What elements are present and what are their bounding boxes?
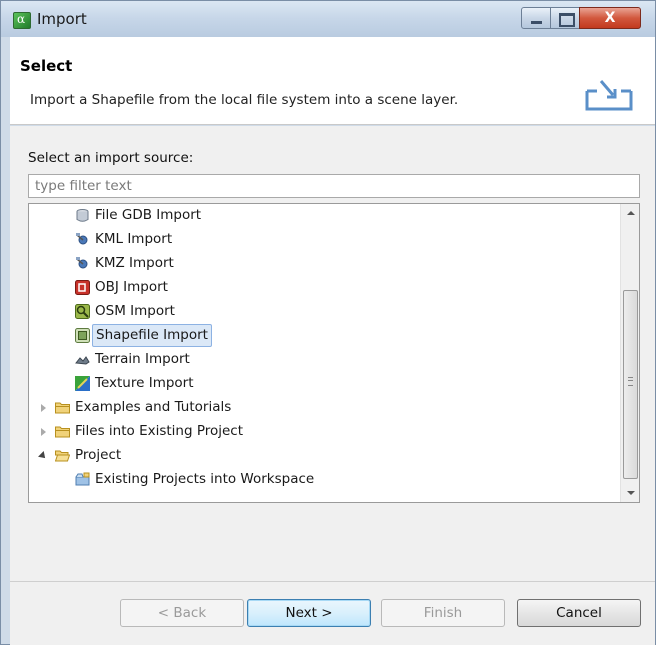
window-title: Import	[37, 10, 87, 28]
tree-item-label: Existing Projects into Workspace	[95, 471, 315, 487]
scroll-up-icon[interactable]	[621, 204, 639, 222]
tree-item-shapefile-import[interactable]: Shapefile Import	[29, 324, 621, 347]
tree-scrollbar[interactable]	[620, 204, 639, 502]
database-icon	[76, 209, 89, 222]
tree-item-label: OSM Import	[95, 303, 175, 319]
close-button[interactable]: X	[579, 7, 641, 29]
terrain-icon	[75, 356, 90, 365]
tree-item-osm-import[interactable]: OSM Import	[29, 300, 621, 323]
tree-item-label: Examples and Tutorials	[75, 399, 232, 415]
cancel-button[interactable]: Cancel	[517, 599, 641, 627]
title-bar[interactable]: Import X	[1, 1, 655, 37]
tree-item-label: File GDB Import	[95, 207, 202, 223]
back-button[interactable]: < Back	[120, 599, 244, 627]
tree-item-label: OBJ Import	[95, 279, 168, 295]
folder-icon	[55, 426, 70, 438]
finish-button[interactable]: Finish	[381, 599, 505, 627]
obj-icon	[75, 280, 90, 295]
kml-icon	[76, 233, 88, 245]
tree-item-terrain-import[interactable]: Terrain Import	[29, 348, 621, 371]
maximize-button[interactable]	[550, 7, 580, 29]
wizard-header: Select Import a Shapefile from the local…	[10, 37, 655, 125]
import-dialog: Import X Select Import a Shapefile from …	[0, 0, 656, 645]
tree-item-label: KML Import	[95, 231, 173, 247]
next-button[interactable]: Next >	[247, 599, 371, 627]
osm-icon	[75, 304, 90, 319]
tree-item-examples-and-tutorials[interactable]: Examples and Tutorials	[29, 396, 621, 419]
folder-open-icon	[55, 450, 70, 462]
page-description: Import a Shapefile from the local file s…	[30, 92, 459, 108]
close-icon: X	[604, 10, 616, 26]
folder-icon	[55, 402, 70, 414]
wizard-content: Select an import source: File GDB Import…	[10, 126, 655, 581]
tree-item-label: Files into Existing Project	[75, 423, 244, 439]
tree-item-kml-import[interactable]: KML Import	[29, 228, 621, 251]
tree-item-label: Texture Import	[95, 375, 194, 391]
tree-item-label: Shapefile Import	[92, 324, 212, 347]
app-logo-icon	[13, 12, 31, 29]
kmz-icon	[76, 257, 88, 269]
import-banner-icon	[585, 80, 633, 111]
filter-input[interactable]	[28, 174, 640, 198]
shapefile-icon	[75, 328, 90, 343]
import-source-label: Select an import source:	[28, 150, 194, 166]
expand-icon[interactable]	[41, 428, 46, 436]
minimize-button[interactable]	[521, 7, 551, 29]
collapse-icon[interactable]	[38, 451, 48, 461]
tree-item-file-gdb-import[interactable]: File GDB Import	[29, 204, 621, 227]
import-source-tree[interactable]: File GDB Import KML Import KMZ Import OB…	[28, 203, 640, 503]
tree-item-obj-import[interactable]: OBJ Import	[29, 276, 621, 299]
tree-item-project[interactable]: Project	[29, 444, 621, 467]
project-icon	[75, 472, 90, 486]
tree-item-existing-projects-into-workspace[interactable]: Existing Projects into Workspace	[29, 468, 621, 491]
wizard-footer: < Back Next > Finish Cancel	[10, 581, 655, 645]
tree-item-label: KMZ Import	[95, 255, 174, 271]
page-title: Select	[20, 57, 73, 75]
tree-item-kmz-import[interactable]: KMZ Import	[29, 252, 621, 275]
expand-icon[interactable]	[41, 404, 46, 412]
tree-item-label: Project	[75, 447, 122, 463]
scrollbar-thumb[interactable]	[623, 290, 638, 479]
tree-item-texture-import[interactable]: Texture Import	[29, 372, 621, 395]
tree-item-label: Terrain Import	[95, 351, 190, 367]
texture-icon	[75, 376, 90, 391]
tree-item-files-into-existing-project[interactable]: Files into Existing Project	[29, 420, 621, 443]
scroll-down-icon[interactable]	[621, 484, 639, 502]
